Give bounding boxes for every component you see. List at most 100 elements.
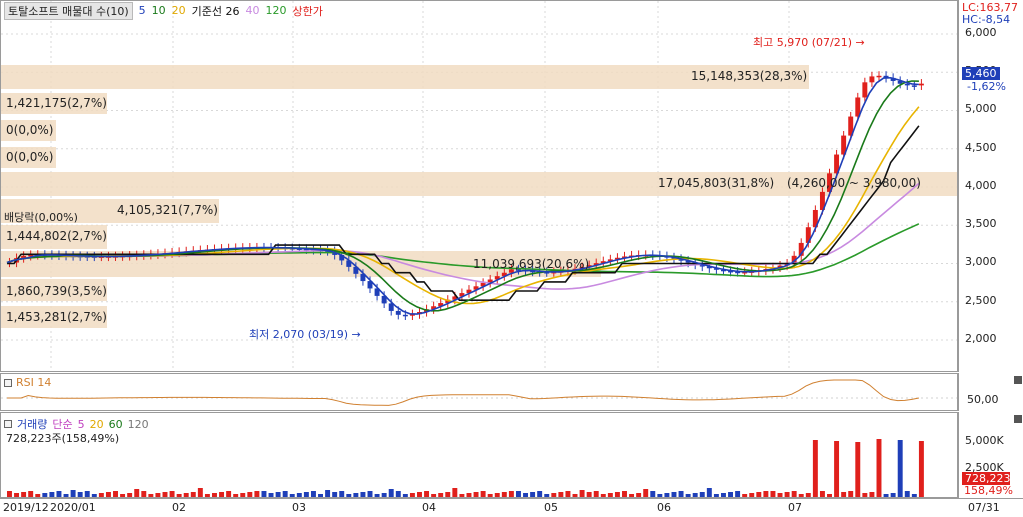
volume-bar bbox=[14, 493, 20, 497]
volume-bar bbox=[155, 493, 161, 497]
volume-current-pct: 158,49% bbox=[964, 484, 1013, 497]
volume-bar bbox=[176, 494, 182, 497]
volume-legend-ma20[interactable]: 20 bbox=[90, 418, 104, 431]
volume-bar bbox=[558, 492, 564, 497]
volume-bar bbox=[438, 493, 444, 497]
volume-bar bbox=[735, 491, 741, 497]
volume-bar bbox=[240, 493, 246, 497]
legend-ma120[interactable]: 120 bbox=[266, 4, 287, 17]
volume-bar bbox=[56, 491, 62, 497]
volume-bar bbox=[388, 489, 394, 497]
profile-label-2: 1,421,175(2,7%) bbox=[6, 96, 107, 110]
rsi-canvas[interactable] bbox=[1, 374, 958, 411]
volume-bar bbox=[233, 494, 239, 497]
profile-label-4: 0(0,0%) bbox=[6, 150, 54, 164]
legend-title[interactable]: 토탈소프트 매물대 수(10) bbox=[4, 1, 133, 20]
volume-bar bbox=[141, 491, 147, 497]
volume-bar bbox=[49, 492, 55, 497]
volume-bar bbox=[70, 490, 76, 497]
rsi-pane[interactable]: RSI 14 bbox=[0, 373, 958, 411]
volume-bar bbox=[805, 493, 811, 497]
volume-bar bbox=[713, 494, 719, 497]
volume-bar bbox=[473, 492, 479, 497]
pane-settings-icon[interactable] bbox=[4, 379, 12, 387]
profile-label-5: 17,045,803(31,8%) bbox=[658, 176, 775, 190]
low-price-marker: 최저 2,070 (03/19) → bbox=[249, 326, 361, 342]
volume-bar bbox=[63, 494, 69, 497]
high-price-marker: 최고 5,970 (07/21) → bbox=[753, 34, 865, 50]
volume-bar bbox=[720, 493, 726, 497]
hc-readout: HC:-8,54 bbox=[962, 13, 1011, 26]
volume-bar bbox=[28, 491, 34, 497]
volume-bar bbox=[197, 488, 203, 497]
price-tick-5000: 5,000 bbox=[965, 102, 997, 115]
volume-bar bbox=[480, 491, 486, 497]
volume-bar bbox=[183, 493, 189, 497]
pane-settings-icon[interactable] bbox=[4, 420, 12, 428]
volume-bar bbox=[332, 492, 338, 497]
volume-bar bbox=[219, 492, 225, 497]
volume-bar bbox=[325, 490, 331, 497]
volume-bar bbox=[614, 492, 620, 497]
date-tick-03: 03 bbox=[292, 501, 306, 514]
volume-bar bbox=[600, 494, 606, 497]
collapse-icon[interactable] bbox=[1014, 415, 1022, 423]
volume-bar bbox=[190, 492, 196, 497]
candle-body bbox=[904, 83, 910, 86]
volume-bar bbox=[381, 493, 387, 497]
arrow-right-icon: → bbox=[351, 328, 361, 341]
price-axis[interactable]: LC:163,77 HC:-8,54 6,000 5,500 5,000 4,5… bbox=[958, 0, 1023, 372]
volume-bar bbox=[98, 493, 104, 497]
volume-bar bbox=[544, 494, 550, 497]
legend-ma40[interactable]: 40 bbox=[246, 4, 260, 17]
candle-body bbox=[402, 314, 408, 317]
volume-current-readout: 728,223주(158,49%) bbox=[6, 432, 120, 445]
volume-bar bbox=[523, 493, 529, 497]
volume-legend-ma5[interactable]: 5 bbox=[78, 418, 85, 431]
candle-body bbox=[862, 82, 868, 98]
volume-bar bbox=[204, 494, 210, 497]
candle-body bbox=[395, 310, 401, 315]
rsi-label[interactable]: RSI 14 bbox=[16, 376, 51, 389]
profile-label-8: 11,039,693(20,6%) bbox=[473, 257, 590, 271]
volume-bar bbox=[282, 491, 288, 497]
volume-bar bbox=[84, 491, 90, 497]
current-price-badge: 5,460 bbox=[962, 67, 1000, 80]
date-tick-07: 07 bbox=[788, 501, 802, 514]
date-tick-2019-12: 2019/12 bbox=[3, 501, 49, 514]
volume-bar bbox=[692, 493, 698, 497]
volume-bar bbox=[42, 493, 48, 497]
price-tick-4000: 4,000 bbox=[965, 179, 997, 192]
legend-ma10[interactable]: 10 bbox=[152, 4, 166, 17]
candle-body bbox=[876, 75, 882, 78]
volume-legend-ma120[interactable]: 120 bbox=[128, 418, 149, 431]
volume-bar bbox=[643, 489, 649, 497]
chart-legend: 토탈소프트 매물대 수(10) 5 10 20 기준선 26 40 120 상한… bbox=[4, 1, 323, 20]
volume-bar bbox=[212, 493, 217, 497]
volume-pane[interactable]: 거래량 단순 5 20 60 120 728,223주(158,49%) bbox=[0, 412, 958, 498]
volume-bar bbox=[339, 491, 345, 497]
volume-bar bbox=[409, 493, 415, 497]
volume-bar bbox=[664, 493, 670, 497]
volume-bar bbox=[134, 489, 140, 497]
volume-legend-ma60[interactable]: 60 bbox=[109, 418, 123, 431]
collapse-icon[interactable] bbox=[1014, 376, 1022, 384]
volume-bar bbox=[749, 493, 755, 497]
volume-bar bbox=[289, 494, 295, 497]
legend-ma5[interactable]: 5 bbox=[139, 4, 146, 17]
rsi-line bbox=[7, 379, 919, 406]
legend-ma20[interactable]: 20 bbox=[172, 4, 186, 17]
price-chart-pane[interactable]: 토탈소프트 매물대 수(10) 5 10 20 기준선 26 40 120 상한… bbox=[0, 0, 958, 372]
volume-bar bbox=[501, 492, 507, 497]
volume-bar bbox=[855, 442, 861, 497]
volume-bar bbox=[360, 492, 366, 497]
profile-label-6: 4,105,321(7,7%) bbox=[117, 203, 218, 217]
legend-kijun[interactable]: 기준선 26 bbox=[192, 3, 240, 19]
volume-bar bbox=[742, 494, 748, 497]
current-change-label: -1,62% bbox=[967, 80, 1006, 93]
legend-upper-limit[interactable]: 상한가 bbox=[293, 3, 323, 19]
volume-bar bbox=[226, 491, 232, 497]
volume-bar bbox=[848, 491, 854, 497]
volume-bar bbox=[763, 491, 769, 497]
date-axis: 2019/12 2020/01 02 03 04 05 06 07 07/31 bbox=[0, 498, 1023, 517]
